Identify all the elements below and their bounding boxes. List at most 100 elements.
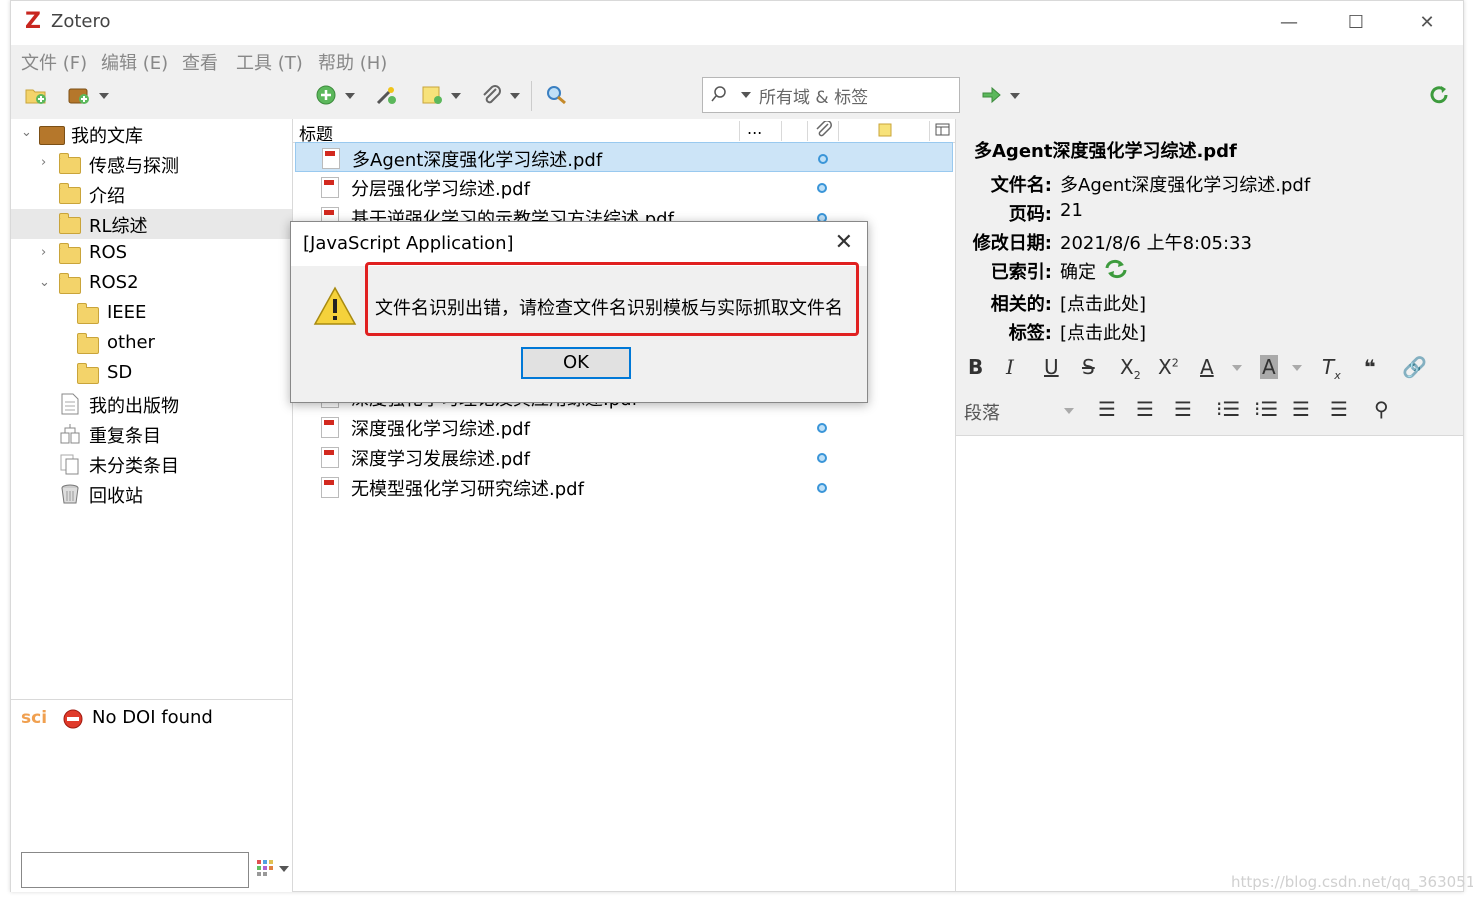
chevron-down-icon[interactable] [1292,365,1302,371]
chevron-down-icon[interactable] [345,93,355,99]
warning-icon [313,286,357,325]
field-label: 页码: [1008,204,1052,225]
column-picker-icon[interactable] [935,122,951,138]
new-item-icon[interactable] [316,85,338,105]
indent-icon[interactable]: ☰ [1330,397,1348,421]
numbered-list-icon[interactable]: ⁝☰ [1254,397,1278,421]
attachment-column-icon[interactable] [815,121,833,139]
menu-help[interactable]: 帮助 (H) [318,49,387,75]
chevron-down-icon[interactable] [1010,93,1020,99]
find-replace-icon[interactable]: ⚲ [1374,397,1389,421]
tag-selector-menu-icon[interactable] [257,860,277,876]
paragraph-format-select[interactable]: 段落 [964,399,1000,425]
menu-tools[interactable]: 工具 (T) [236,49,303,75]
item-row[interactable]: 分层强化学习综述.pdf [295,172,953,202]
collection-sensing[interactable]: › 传感与探测 [11,149,292,179]
item-title: 深度学习发展综述.pdf [351,449,530,470]
minimize-button[interactable]: — [1266,7,1312,39]
tags-link[interactable]: [点击此处] [1060,319,1146,345]
blockquote-icon[interactable]: ❝ [1364,355,1376,379]
collection-unfiled[interactable]: 未分类条目 [11,449,292,479]
collection-label: other [107,332,155,353]
chevron-down-icon[interactable] [99,93,109,99]
collection-trash[interactable]: 回收站 [11,479,292,509]
sci-plugin-label: sci [21,708,48,728]
maximize-button[interactable]: ☐ [1333,7,1379,39]
chevron-down-icon[interactable] [510,93,520,99]
item-row[interactable]: 多Agent深度强化学习综述.pdf [295,142,953,172]
align-center-icon[interactable]: ☰ [1136,397,1154,421]
zotero-window: Z Zotero — ☐ ✕ 文件 (F) 编辑 (E) 查看 工具 (T) 帮… [10,0,1473,892]
locate-arrow-icon[interactable] [981,85,1003,105]
related-link[interactable]: [点击此处] [1060,290,1146,316]
menu-view[interactable]: 查看 [182,49,218,75]
ok-button[interactable]: OK [521,347,631,379]
modified-date-value: 2021/8/6 上午8:05:33 [1060,233,1252,254]
notes-column-icon[interactable] [878,123,892,137]
filename-value[interactable]: 多Agent深度强化学习综述.pdf [1060,171,1310,197]
collection-other[interactable]: other [11,329,292,359]
field-label: 修改日期: [972,233,1052,254]
collection-sd[interactable]: SD [11,359,292,389]
dialog-close-icon[interactable]: ✕ [835,230,853,255]
collection-ros2[interactable]: ⌄ ROS2 [11,269,292,299]
item-row[interactable]: 深度强化学习综述.pdf [295,412,953,442]
collection-rl-review[interactable]: RL综述 [11,209,292,239]
item-row[interactable]: 无模型强化学习研究综述.pdf [295,472,953,502]
collection-label: 我的文库 [71,126,143,147]
expand-chevron-icon[interactable]: ⌄ [21,125,32,140]
underline-icon[interactable]: U [1044,355,1059,379]
align-left-icon[interactable]: ☰ [1098,397,1116,421]
clear-formatting-icon[interactable]: Tx [1322,355,1341,382]
collection-duplicates[interactable]: 重复条目 [11,419,292,449]
collection-my-publications[interactable]: 我的出版物 [11,389,292,419]
expand-chevron-icon[interactable]: › [41,155,46,170]
chevron-down-icon[interactable] [451,93,461,99]
attachment-status-icon [817,423,827,433]
chevron-down-icon[interactable] [1232,365,1242,371]
expand-chevron-icon[interactable]: › [41,245,46,260]
collection-intro[interactable]: 介绍 [11,179,292,209]
italic-icon[interactable]: I [1006,355,1014,379]
indexed-value: 确定 [1060,262,1096,283]
collection-ros[interactable]: › ROS [11,239,292,269]
chevron-down-icon[interactable] [1064,408,1074,414]
chevron-down-icon[interactable] [279,866,289,872]
new-library-icon[interactable] [68,85,90,105]
menu-edit[interactable]: 编辑 (E) [101,49,168,75]
collection-ieee[interactable]: IEEE [11,299,292,329]
advanced-search-icon[interactable] [546,85,568,105]
item-row[interactable]: 深度学习发展综述.pdf [295,442,953,472]
pdf-icon [322,148,340,169]
search-input[interactable]: 所有域 & 标签 [702,77,960,113]
new-note-icon[interactable] [422,85,444,105]
reindex-icon[interactable] [1104,259,1128,279]
superscript-icon[interactable]: X2 [1158,355,1179,379]
bold-icon[interactable]: B [968,355,983,379]
attachment-icon[interactable] [481,85,503,105]
outdent-icon[interactable]: ☰ [1292,397,1310,421]
collection-label: 未分类条目 [89,456,179,477]
duplicates-icon [60,424,80,444]
folder-icon [59,183,81,204]
subscript-icon[interactable]: X2 [1120,355,1141,382]
text-color-icon[interactable]: A [1200,355,1214,379]
new-collection-icon[interactable] [25,85,47,105]
magic-wand-icon[interactable] [375,85,397,105]
search-mode-chevron-down-icon[interactable] [741,92,751,98]
tag-filter-input[interactable] [21,852,249,888]
collapse-chevron-icon[interactable]: ⌄ [39,275,50,290]
collection-my-library[interactable]: ⌄ 我的文库 [11,119,292,149]
column-more-header[interactable]: ... [747,119,762,138]
bullet-list-icon[interactable]: ⁝☰ [1216,397,1240,421]
align-right-icon[interactable]: ☰ [1174,397,1192,421]
menu-bar: 文件 (F) 编辑 (E) 查看 工具 (T) 帮助 (H) [11,45,1463,75]
link-icon[interactable]: 🔗 [1402,355,1427,379]
doi-status-text: No DOI found [92,707,213,728]
sync-icon[interactable] [1429,85,1451,105]
strikethrough-icon[interactable]: S [1082,355,1095,379]
watermark-text: https://blog.csdn.net/qq_36305158 [1231,873,1473,891]
close-button[interactable]: ✕ [1404,7,1450,39]
highlight-color-icon[interactable]: A [1260,355,1278,379]
menu-file[interactable]: 文件 (F) [21,49,87,75]
